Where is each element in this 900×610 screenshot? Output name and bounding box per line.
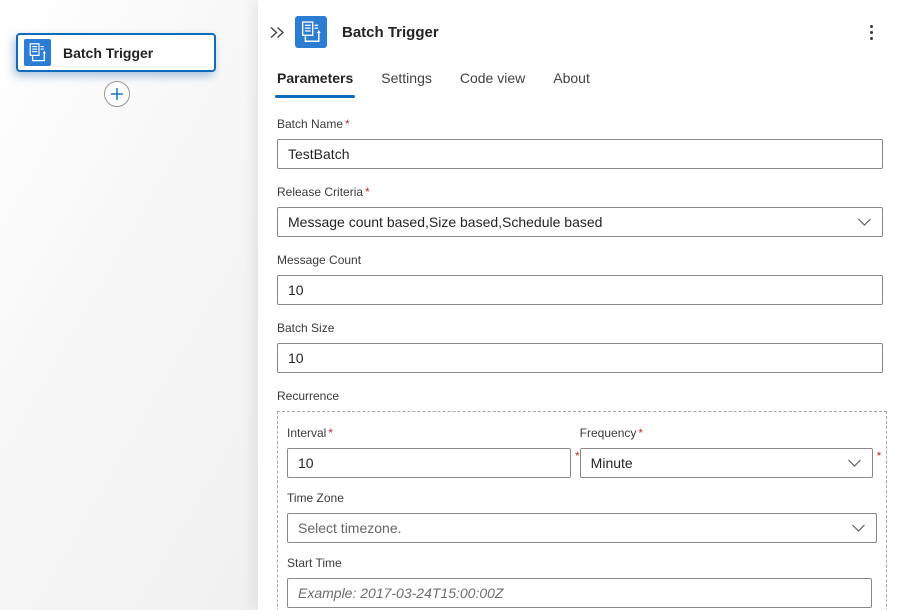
frequency-dropdown[interactable]: Minute <box>580 448 873 478</box>
release-criteria-dropdown[interactable]: Message count based,Size based,Schedule … <box>277 207 883 237</box>
interval-label: Interval <box>287 426 326 440</box>
required-marker: * <box>345 117 350 131</box>
chevron-down-icon <box>857 216 872 228</box>
message-count-input[interactable] <box>277 275 883 305</box>
frequency-label: Frequency <box>580 426 637 440</box>
batch-trigger-icon <box>295 16 327 48</box>
start-time-label: Start Time <box>287 556 342 570</box>
workflow-canvas[interactable]: Batch Trigger <box>0 0 258 610</box>
recurrence-group: Interval* * Frequency* Minute <box>277 411 887 610</box>
batch-trigger-icon <box>24 39 51 66</box>
panel-header: Batch Trigger <box>258 0 900 50</box>
kebab-icon <box>870 25 873 28</box>
required-marker: * <box>328 426 333 440</box>
batch-name-input[interactable] <box>277 139 883 169</box>
tab-parameters[interactable]: Parameters <box>277 70 353 98</box>
batch-name-label: Batch Name <box>277 117 343 131</box>
node-details-panel: Batch Trigger Parameters Settings Code v… <box>258 0 900 610</box>
release-criteria-label: Release Criteria <box>277 185 363 199</box>
start-time-input[interactable] <box>287 578 872 608</box>
interval-input[interactable] <box>287 448 571 478</box>
add-step-button[interactable] <box>104 81 130 107</box>
plus-icon <box>110 87 124 101</box>
chevron-down-icon <box>851 522 866 534</box>
workflow-node-batch-trigger[interactable]: Batch Trigger <box>16 33 216 72</box>
required-marker: * <box>365 185 370 199</box>
required-marker: * <box>877 449 882 463</box>
collapse-panel-button[interactable] <box>265 20 289 44</box>
panel-tabs: Parameters Settings Code view About <box>277 70 900 98</box>
time-zone-label: Time Zone <box>287 491 344 505</box>
batch-size-input[interactable] <box>277 343 883 373</box>
chevron-down-icon <box>847 457 862 469</box>
tab-code-view[interactable]: Code view <box>460 70 525 98</box>
logic-app-designer: Batch Trigger <box>0 0 900 610</box>
tab-settings[interactable]: Settings <box>381 70 432 98</box>
double-chevron-right-icon <box>269 25 286 40</box>
recurrence-label: Recurrence <box>277 389 339 403</box>
message-count-label: Message Count <box>277 253 361 267</box>
parameters-form: Batch Name* Release Criteria* Message co… <box>258 115 883 610</box>
batch-size-label: Batch Size <box>277 321 334 335</box>
tab-about[interactable]: About <box>553 70 590 98</box>
more-options-button[interactable] <box>860 19 882 45</box>
node-label: Batch Trigger <box>63 45 153 61</box>
time-zone-dropdown[interactable]: Select timezone. <box>287 513 877 543</box>
panel-title: Batch Trigger <box>342 24 439 41</box>
required-marker: * <box>638 426 643 440</box>
